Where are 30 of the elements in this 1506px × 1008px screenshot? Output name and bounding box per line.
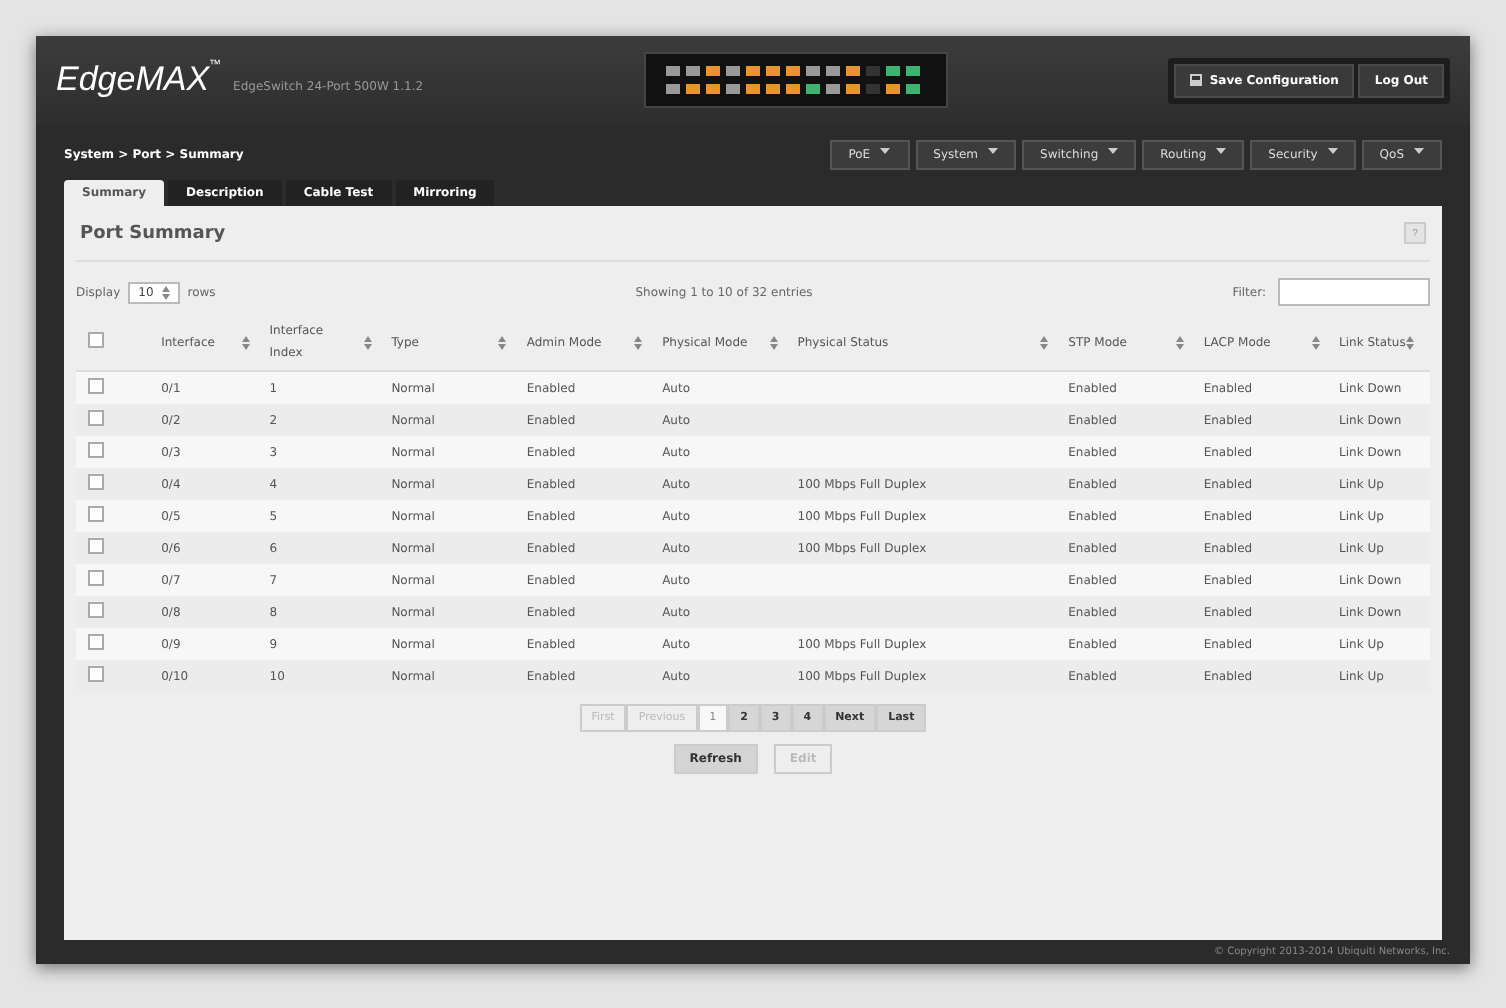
- sort-icon: [363, 335, 372, 349]
- caret-icon: [880, 147, 891, 153]
- filter-field[interactable]: [1277, 278, 1430, 306]
- row-checkbox[interactable]: [88, 602, 104, 618]
- sort-icon: [1311, 335, 1320, 349]
- sort-icon: [1175, 335, 1184, 349]
- caret-icon: [1108, 147, 1119, 153]
- row-checkbox[interactable]: [88, 474, 104, 490]
- caret-icon: [988, 147, 999, 153]
- caret-icon: [1216, 147, 1227, 153]
- sort-icon: [769, 335, 778, 349]
- sort-icon: [161, 285, 170, 299]
- row-checkbox[interactable]: [88, 666, 104, 682]
- sort-icon: [1040, 335, 1049, 349]
- row-checkbox[interactable]: [88, 506, 104, 522]
- caret-icon: [1414, 147, 1424, 153]
- save-icon: [1189, 74, 1202, 86]
- sort-icon: [498, 335, 507, 349]
- panel-title: Port Summary: [80, 223, 226, 243]
- row-checkbox[interactable]: [88, 570, 104, 586]
- sort-icon: [634, 335, 643, 349]
- sort-icon: [1405, 335, 1414, 349]
- row-checkbox[interactable]: [88, 538, 104, 554]
- row-checkbox[interactable]: [88, 634, 104, 650]
- sort-icon: [241, 335, 250, 349]
- caret-icon: [1327, 147, 1338, 153]
- row-checkbox[interactable]: [88, 410, 104, 426]
- select-all-checkbox[interactable]: [88, 332, 104, 348]
- row-checkbox[interactable]: [88, 378, 104, 394]
- row-checkbox[interactable]: [88, 442, 104, 458]
